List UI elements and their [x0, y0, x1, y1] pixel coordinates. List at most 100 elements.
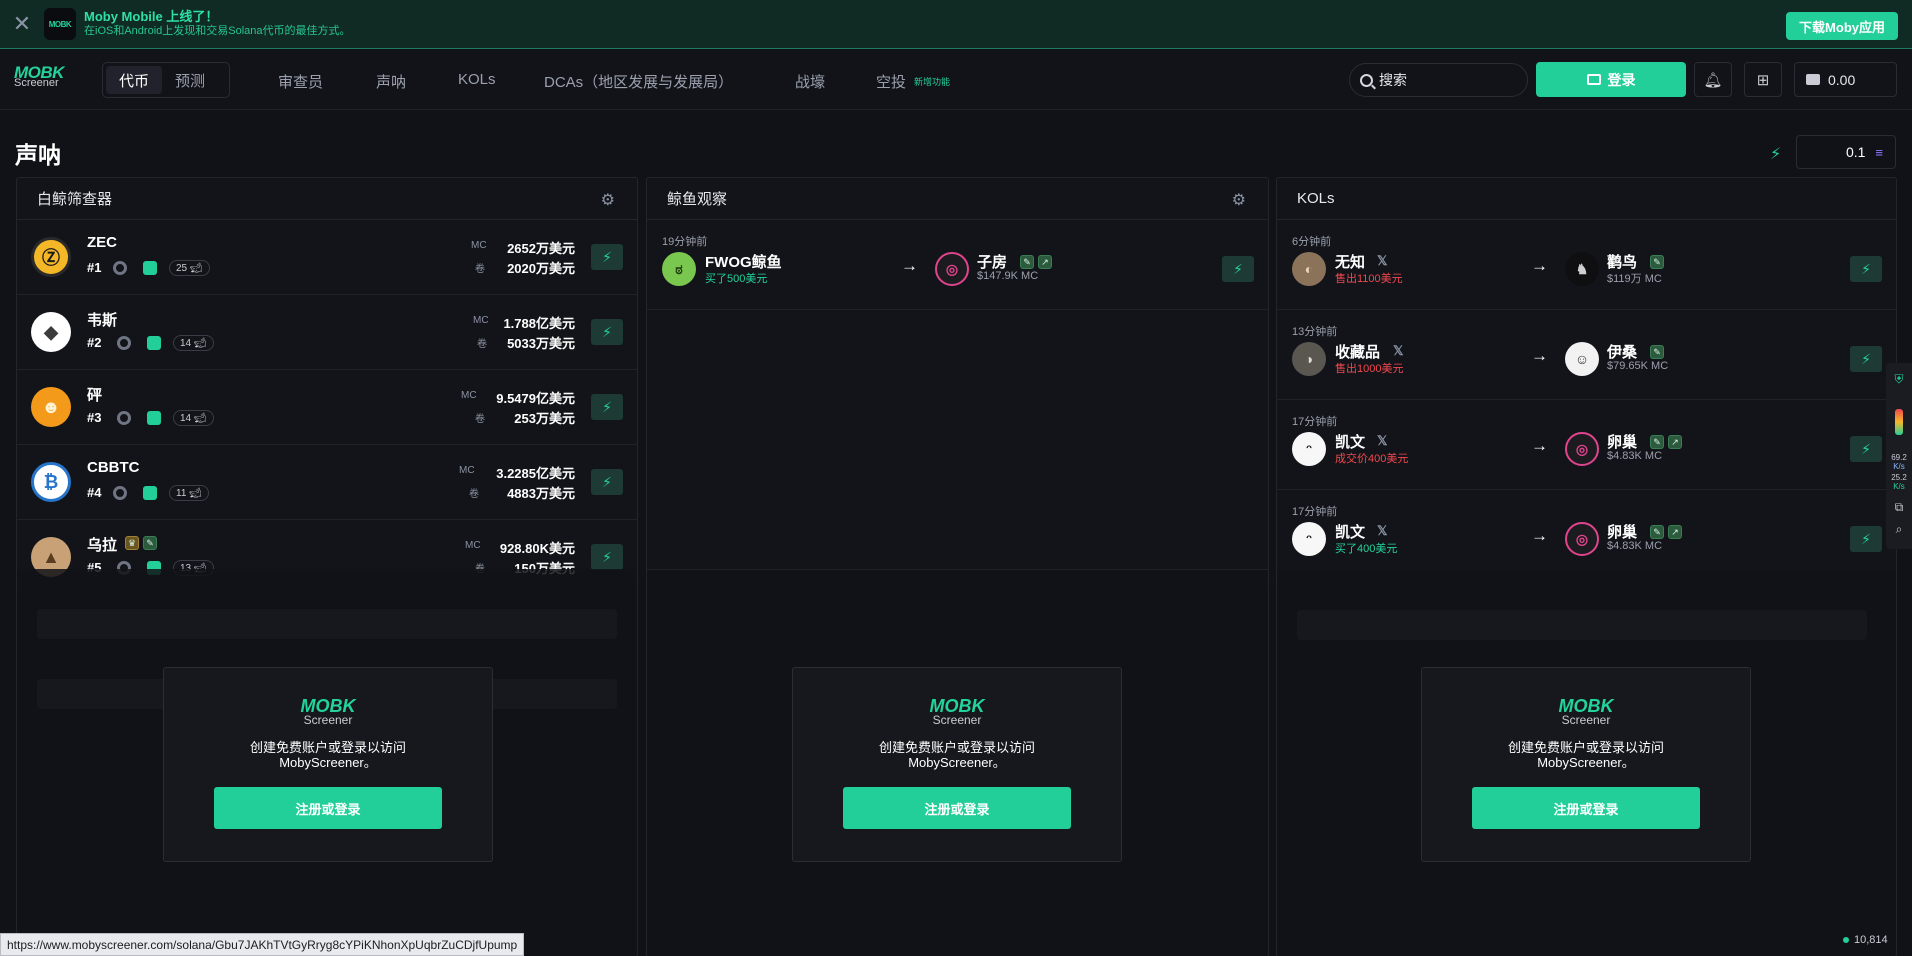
- trade-action: 买了500美元: [705, 273, 768, 285]
- gate-message: 创建免费账户或登录以访问MobyScreener。: [1507, 740, 1664, 770]
- app-logo: MOBK: [44, 8, 76, 40]
- chart-icon[interactable]: ⧉: [1893, 501, 1905, 513]
- wallet-balance-button[interactable]: 0.00: [1794, 62, 1897, 97]
- speed-down: 25.2: [1891, 473, 1907, 482]
- whale-count-badge: 14 🐋︎: [173, 410, 214, 426]
- token-avatar: ☺: [1565, 342, 1599, 376]
- pill-icon: ✎: [1650, 525, 1664, 539]
- bolt-icon: ⚡︎: [1861, 260, 1871, 277]
- kol-trade-row[interactable]: 6分钟前 ◐ 无知 𝕏 售出1100美元 → ♞ 鹳鸟 ✎ $119万 MC ⚡…: [1277, 220, 1896, 310]
- pill-icon: ✎: [1650, 345, 1664, 359]
- gear-icon[interactable]: ⚙: [1232, 190, 1246, 210]
- quick-buy-button[interactable]: ⚡︎: [591, 244, 623, 270]
- gift-icon: ⊞: [1756, 71, 1770, 89]
- x-icon[interactable]: 𝕏: [1377, 253, 1387, 269]
- nav-link-kols[interactable]: KOLs: [458, 71, 496, 88]
- quick-buy-icon: ⚡︎: [1770, 146, 1782, 163]
- search-input[interactable]: 搜索: [1349, 63, 1528, 97]
- kol-name: 凯文: [1335, 434, 1366, 451]
- signup-login-button[interactable]: 注册或登录: [843, 787, 1071, 829]
- trade-action: 售出1100美元: [1335, 273, 1403, 285]
- kol-trade-row[interactable]: 17分钟前 ᵔ 凯文 𝕏 成交价400美元 → ◎ 卵巢 ✎ ↗ $4.83K …: [1277, 400, 1896, 490]
- token-row[interactable]: ₿ CBBTC #4 11 🐋︎ MC 3.2285亿美元 卷 4883万美元 …: [17, 445, 637, 520]
- speed-down-unit: K/s: [1893, 482, 1905, 491]
- quick-buy-button[interactable]: ⚡︎: [591, 469, 623, 495]
- search-icon: [1360, 73, 1373, 87]
- volume: 5033万美元: [507, 336, 575, 351]
- nav-link-screener[interactable]: 审查员: [278, 71, 323, 92]
- chart-icon: ↗: [1668, 435, 1682, 449]
- quick-buy-button[interactable]: ⚡︎: [1222, 256, 1254, 282]
- site-logo[interactable]: MOBK Screener: [14, 64, 64, 89]
- token-row[interactable]: ☻ 砰 #3 14 🐋︎ MC 9.5479亿美元 卷 253万美元 ⚡︎: [17, 370, 637, 445]
- nav-link-airdrop[interactable]: 空投: [876, 71, 906, 92]
- arrow-right-icon: →: [1531, 526, 1548, 545]
- kol-avatar: ᵔ: [1292, 432, 1326, 466]
- nav-link-dcas[interactable]: DCAs（地区发展与发展局）: [544, 71, 733, 92]
- rewards-button[interactable]: ⊞: [1744, 62, 1782, 97]
- whale-count-badge: 11 🐋︎: [169, 485, 209, 501]
- signup-login-button[interactable]: 注册或登录: [214, 787, 442, 829]
- whale-count-badge: 14 🐋︎: [173, 335, 214, 351]
- verified-icon: [147, 411, 161, 425]
- arrow-right-icon: →: [1531, 256, 1548, 275]
- x-icon[interactable]: 𝕏: [1377, 433, 1387, 449]
- zec-icon: Ⓩ: [31, 237, 71, 277]
- signup-login-button[interactable]: 注册或登录: [1472, 787, 1700, 829]
- token-rank: #1: [87, 260, 102, 275]
- x-icon[interactable]: 𝕏: [1377, 523, 1387, 539]
- kol-name: 收藏品: [1335, 344, 1381, 361]
- quick-buy-button[interactable]: ⚡︎: [1850, 256, 1882, 282]
- top-nav: MOBK Screener 代币 预测 审查员 声呐 KOLs DCAs（地区发…: [0, 50, 1912, 110]
- mc-label: MC: [473, 315, 489, 326]
- trade-time: 13分钟前: [1292, 326, 1338, 338]
- kol-trade-row[interactable]: 13分钟前 ◑ 收藏品 𝕏 售出1000美元 → ☺ 伊桑 ✎ $79.65K …: [1277, 310, 1896, 400]
- bonk-icon: ☻: [31, 387, 71, 427]
- market-cap: 3.2285亿美元: [496, 466, 575, 481]
- speed-up: 69.2: [1891, 453, 1907, 462]
- wallet-icon: [1806, 74, 1820, 85]
- download-app-button[interactable]: 下载Moby应用: [1786, 12, 1898, 40]
- token-row[interactable]: Ⓩ ZEC #1 25 🐋︎ MC 2652万美元 卷 2020万美元 ⚡︎: [17, 220, 637, 295]
- shield-icon[interactable]: ⛨: [1893, 373, 1905, 385]
- tab-tokens[interactable]: 代币: [106, 66, 163, 94]
- whale-screener-panel: 白鲸筛查器 ⚙ Ⓩ ZEC #1 25 🐋︎ MC 2652万美元 卷 2020…: [16, 177, 638, 956]
- kols-panel: KOLs 6分钟前 ◐ 无知 𝕏 售出1100美元 → ♞ 鹳鸟 ✎ $119万…: [1276, 177, 1897, 956]
- search-icon[interactable]: ⌕: [1893, 523, 1905, 535]
- fwog-avatar: ಠ: [662, 252, 696, 286]
- gear-icon[interactable]: ⚙: [601, 190, 615, 210]
- tab-predict[interactable]: 预测: [162, 66, 218, 94]
- token-row[interactable]: ◆ 韦斯 #2 14 🐋︎ MC 1.788亿美元 卷 5033万美元 ⚡︎: [17, 295, 637, 370]
- quick-buy-button[interactable]: ⚡︎: [1850, 526, 1882, 552]
- quick-buy-button[interactable]: ⚡︎: [1850, 436, 1882, 462]
- whale-trade-row[interactable]: 19分钟前 ಠ FWOG鲸鱼 买了500美元 → ◎ 子房 ✎ ↗ $147.9…: [647, 220, 1268, 310]
- nav-link-sonar[interactable]: 声呐: [376, 71, 406, 92]
- quick-buy-button[interactable]: ⚡︎: [591, 394, 623, 420]
- whale-count: 11: [176, 487, 187, 499]
- blurred-row: [1297, 610, 1867, 640]
- login-label: 登录: [1607, 71, 1636, 88]
- quick-buy-amount-input[interactable]: 0.1 ≡: [1796, 135, 1896, 169]
- kol-trade-row[interactable]: 17分钟前 ᵔ 凯文 𝕏 买了400美元 → ◎ 卵巢 ✎ ↗ $4.83K M…: [1277, 490, 1896, 580]
- signup-gate: MOBK Screener 创建免费账户或登录以访问MobyScreener。 …: [792, 667, 1122, 862]
- quick-buy-button[interactable]: ⚡︎: [591, 544, 623, 570]
- market-segment: 代币 预测: [102, 62, 230, 98]
- notifications-button[interactable]: 🔔︎: [1694, 62, 1732, 97]
- close-icon[interactable]: ✕: [0, 0, 44, 49]
- wallet-balance: 0.00: [1828, 71, 1856, 88]
- quick-buy-amount: 0.1: [1845, 144, 1866, 160]
- bolt-icon: ⚡︎: [602, 398, 612, 415]
- quick-buy-button[interactable]: ⚡︎: [591, 319, 623, 345]
- quick-buy-button[interactable]: ⚡︎: [1850, 346, 1882, 372]
- whale-count-badge: 25 🐋︎: [169, 260, 210, 276]
- online-dot-icon: [1843, 937, 1849, 943]
- gate-logo-sub: Screener: [1561, 713, 1611, 727]
- market-cap: 928.80K美元: [499, 541, 575, 556]
- bolt-icon: ⚡︎: [1861, 530, 1871, 547]
- x-icon[interactable]: 𝕏: [1393, 343, 1403, 359]
- gate-logo: MOBK: [300, 696, 356, 716]
- token-rank: #3: [87, 410, 102, 425]
- login-button[interactable]: 登录: [1536, 62, 1686, 97]
- whale-count: 14: [180, 412, 192, 424]
- nav-link-trenches[interactable]: 战壕: [795, 71, 825, 92]
